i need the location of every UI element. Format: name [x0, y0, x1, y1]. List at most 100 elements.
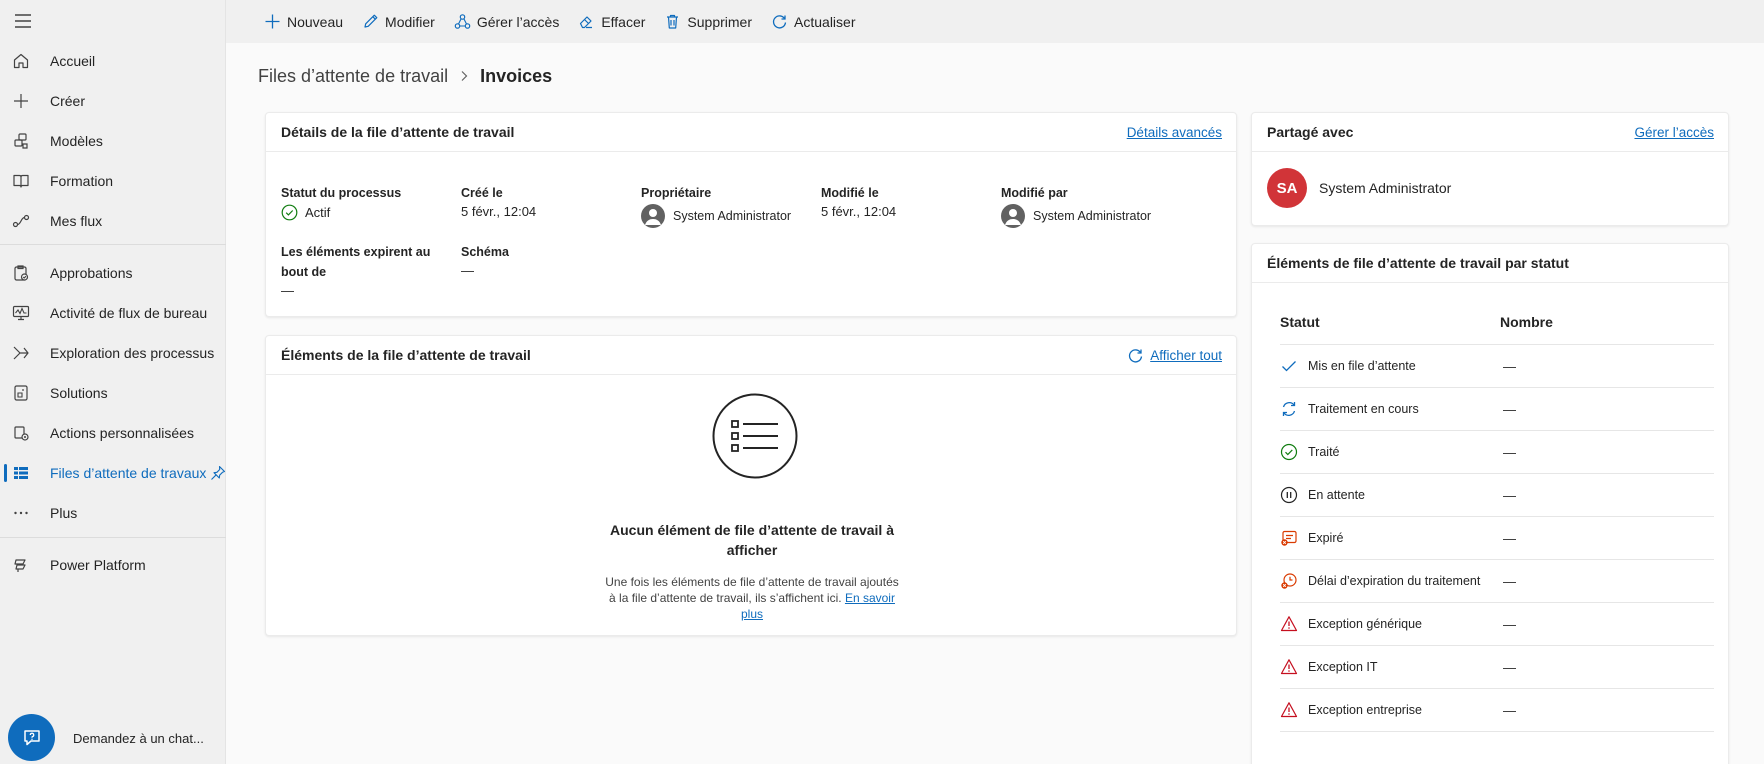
- column-header-status: Statut: [1280, 314, 1320, 330]
- list-empty-icon: [712, 393, 798, 479]
- sidebar-item-accueil[interactable]: Accueil: [0, 43, 226, 79]
- manage-access-button[interactable]: Gérer l’accès: [454, 7, 559, 37]
- share-access-icon: [454, 13, 471, 30]
- sidebar-item-label: Actions personnalisées: [50, 425, 194, 441]
- clear-button[interactable]: Effacer: [578, 7, 645, 37]
- manage-access-button-label: Gérer l’accès: [476, 13, 560, 30]
- modified-by-label: Modifié par: [1001, 186, 1068, 200]
- book-icon: [12, 172, 30, 190]
- show-all-link[interactable]: Afficher tout: [1150, 348, 1222, 363]
- items-card-title: Éléments de la file d’attente de travail: [281, 347, 531, 363]
- shared-card-title: Partagé avec: [1267, 124, 1354, 140]
- owner-field: Propriétaire System Administrator: [641, 183, 791, 228]
- advanced-details-link[interactable]: Détails avancés: [1127, 125, 1222, 140]
- expire-value: —: [281, 283, 294, 298]
- chat-icon: [22, 728, 42, 748]
- sidebar-item-process-mining[interactable]: Exploration des processus: [0, 335, 226, 371]
- learn-more-link[interactable]: En savoir: [845, 591, 895, 605]
- shared-user-name: System Administrator: [1319, 180, 1452, 196]
- sidebar-item-mes-flux[interactable]: Mes flux: [0, 203, 226, 239]
- status-value-text: Actif: [305, 205, 331, 220]
- table-icon: [12, 464, 30, 482]
- status-name: Mis en file d’attente: [1308, 359, 1416, 373]
- clear-button-label: Effacer: [601, 13, 646, 30]
- status-name: Exception IT: [1308, 660, 1378, 674]
- solutions-icon: [12, 384, 30, 402]
- custom-actions-icon: [12, 424, 30, 442]
- hamburger-menu-icon[interactable]: [12, 10, 34, 32]
- sidebar-item-formation[interactable]: Formation: [0, 163, 226, 199]
- sidebar-item-label: Accueil: [50, 53, 96, 69]
- chat-bot-button[interactable]: [8, 714, 55, 761]
- created-field: Créé le 5 févr., 12:04: [461, 183, 536, 219]
- schema-field: Schéma —: [461, 242, 509, 278]
- page-title: Invoices: [480, 65, 553, 86]
- manage-access-link[interactable]: Gérer l’accès: [1634, 125, 1714, 140]
- sidebar-item-label: Modèles: [50, 133, 103, 149]
- empty-desc-line2: à la file d’attente de travail, ils s’af…: [609, 591, 842, 605]
- main-content: Files d’attente de travail Invoices Déta…: [226, 43, 1764, 764]
- sidebar-item-work-queues[interactable]: Files d’attente de travaux: [0, 455, 226, 491]
- person-icon: [641, 204, 665, 228]
- pencil-icon: [362, 13, 379, 30]
- sidebar-item-solutions[interactable]: Solutions: [0, 375, 226, 411]
- created-label: Créé le: [461, 186, 503, 200]
- status-field: Statut du processus Actif: [281, 183, 401, 221]
- shared-with-card: Partagé avec Gérer l’accès SA System Adm…: [1251, 112, 1729, 226]
- sidebar-item-label: Activité de flux de bureau: [50, 305, 208, 321]
- sidebar-item-label: Exploration des processus: [50, 345, 215, 361]
- items-card: Éléments de la file d’attente de travail…: [265, 335, 1237, 636]
- status-count: —: [1503, 401, 1516, 417]
- sidebar-item-label: Plus: [50, 505, 78, 521]
- breadcrumb-parent-link[interactable]: Files d’attente de travail: [258, 66, 448, 87]
- pin-icon[interactable]: [210, 465, 226, 481]
- learn-more-link-continued[interactable]: plus: [741, 607, 763, 621]
- delete-button[interactable]: Supprimer: [664, 7, 752, 37]
- plus-icon: [12, 92, 30, 110]
- details-card: Détails de la file d’attente de travail …: [265, 112, 1237, 317]
- sidebar-item-modeles[interactable]: Modèles: [0, 123, 226, 159]
- status-name: Exception générique: [1308, 617, 1422, 631]
- sidebar-item-label: Formation: [50, 173, 114, 189]
- refresh-icon: [771, 13, 788, 30]
- edit-button[interactable]: Modifier: [362, 7, 435, 37]
- nav-divider: [0, 244, 226, 245]
- status-name: Expiré: [1308, 531, 1344, 545]
- empty-title-line1: Aucun élément de file d’attente de trava…: [610, 522, 894, 538]
- expire-label-line1: Les éléments expirent au: [281, 245, 431, 259]
- sidebar-item-label: Approbations: [50, 265, 133, 281]
- sidebar-item-label: Files d’attente de travaux: [50, 465, 207, 481]
- status-count: —: [1503, 702, 1516, 718]
- show-all-button[interactable]: Afficher tout: [1127, 347, 1222, 364]
- table-row: Exception IT —: [1280, 646, 1714, 689]
- owner-label: Propriétaire: [641, 186, 712, 200]
- sidebar-item-creer[interactable]: Créer: [0, 83, 226, 119]
- shared-card-header: Partagé avec Gérer l’accès: [1252, 113, 1728, 152]
- sidebar-item-desktop-flow-activity[interactable]: Activité de flux de bureau: [0, 295, 226, 331]
- items-card-header: Éléments de la file d’attente de travail…: [266, 336, 1236, 375]
- status-name: Traité: [1308, 445, 1340, 459]
- sidebar-item-plus[interactable]: Plus: [0, 495, 226, 531]
- sidebar-item-power-platform[interactable]: Power Platform: [0, 547, 226, 583]
- plus-icon: [264, 13, 281, 30]
- column-header-count: Nombre: [1500, 314, 1553, 330]
- refresh-button[interactable]: Actualiser: [771, 7, 855, 37]
- details-card-title: Détails de la file d’attente de travail: [281, 124, 515, 140]
- status-label: Statut du processus: [281, 186, 402, 200]
- schema-label: Schéma: [461, 245, 509, 259]
- status-count: —: [1503, 659, 1516, 675]
- modified-value: 5 févr., 12:04: [821, 204, 897, 219]
- sidebar-item-approbations[interactable]: Approbations: [0, 255, 226, 291]
- trash-icon: [664, 13, 681, 30]
- status-name: Délai d’expiration du traitement: [1308, 574, 1481, 588]
- chat-bot-label[interactable]: Demandez à un chat...: [73, 731, 204, 746]
- status-count: —: [1503, 358, 1516, 374]
- new-button-label: Nouveau: [287, 13, 344, 30]
- shared-user-row: SA System Administrator: [1267, 168, 1451, 208]
- command-bar: Nouveau Modifier Gérer l’accès Effacer S…: [226, 0, 1764, 43]
- sidebar-item-custom-actions[interactable]: Actions personnalisées: [0, 415, 226, 451]
- sidebar-item-label: Mes flux: [50, 213, 103, 229]
- owner-value: System Administrator: [641, 204, 791, 228]
- new-button[interactable]: Nouveau: [264, 7, 343, 37]
- timeout-icon: [1280, 572, 1298, 590]
